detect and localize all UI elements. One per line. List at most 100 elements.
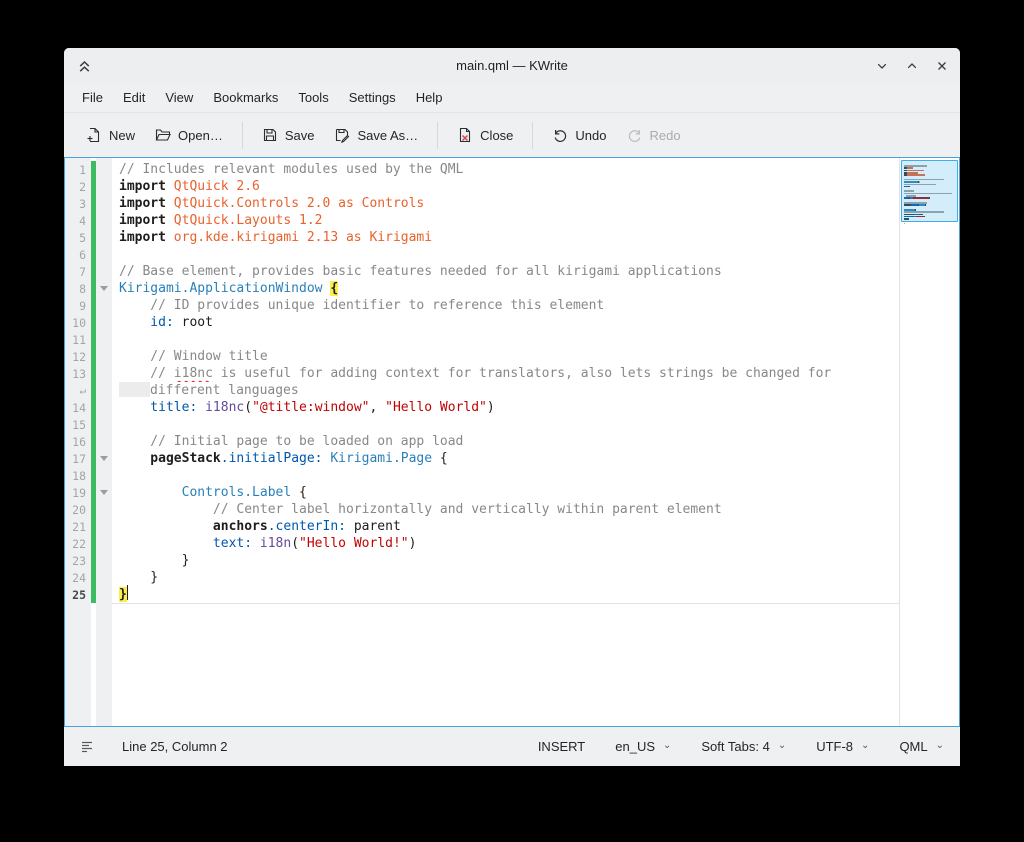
line-number: 5 — [65, 231, 91, 245]
menu-edit[interactable]: Edit — [113, 84, 155, 112]
code-line[interactable]: id: root — [112, 314, 899, 331]
statusbar-syntax[interactable]: QML⌄ — [899, 739, 944, 754]
save-button[interactable]: Save — [252, 121, 325, 149]
line-number: 2 — [65, 180, 91, 194]
code-row[interactable]: 7// Base element, provides basic feature… — [65, 263, 899, 280]
line-number: 24 — [65, 571, 91, 585]
line-number: 1 — [65, 163, 91, 177]
code-row[interactable]: 4 import QtQuick.Layouts 1.2 — [65, 212, 899, 229]
menu-bar: FileEditViewBookmarksToolsSettingsHelp — [64, 84, 960, 113]
code-row[interactable]: 25} — [65, 586, 899, 603]
statusbar-encoding-label: UTF-8 — [816, 739, 853, 754]
code-line[interactable]: different languages — [112, 382, 899, 399]
menu-bookmarks[interactable]: Bookmarks — [203, 84, 288, 112]
code-row[interactable]: 23 } — [65, 552, 899, 569]
code-row[interactable]: 24 } — [65, 569, 899, 586]
code-line[interactable]: // Includes relevant modules used by the… — [112, 161, 899, 178]
open-button[interactable]: Open… — [145, 121, 233, 149]
code-row[interactable]: 6 — [65, 246, 899, 263]
redo-label: Redo — [650, 128, 681, 143]
statusbar-syntax-label: QML — [899, 739, 927, 754]
statusbar-tab-mode-label: Soft Tabs: 4 — [701, 739, 769, 754]
statusbar-dictionary[interactable]: en_US⌄ — [615, 739, 671, 754]
menu-tools[interactable]: Tools — [288, 84, 338, 112]
code-row[interactable]: 5 import org.kde.kirigami 2.13 as Kirigam… — [65, 229, 899, 246]
line-number: 15 — [65, 418, 91, 432]
text-info-icon[interactable] — [80, 739, 96, 755]
code-line[interactable]: // i18nc is useful for adding context fo… — [112, 365, 899, 382]
line-number: 4 — [65, 214, 91, 228]
line-number: 6 — [65, 248, 91, 262]
code-line[interactable]: Kirigami.ApplicationWindow { — [112, 280, 899, 297]
title-bar[interactable]: main.qml — KWrite — [64, 48, 960, 84]
code-line[interactable]: title: i18nc("@title:window", "Hello Wor… — [112, 399, 899, 416]
toolbar-separator — [437, 122, 438, 149]
line-number: 19 — [65, 486, 91, 500]
code-line[interactable]: // Base element, provides basic features… — [112, 263, 899, 280]
code-line[interactable]: text: i18n("Hello World!") — [112, 535, 899, 552]
statusbar-mode-label: INSERT — [538, 739, 585, 754]
save-label: Save — [285, 128, 315, 143]
statusbar-encoding[interactable]: UTF-8 ⌄ — [816, 739, 869, 754]
line-number: 21 — [65, 520, 91, 534]
code-line[interactable]: } — [112, 585, 899, 604]
code-line[interactable]: // ID provides unique identifier to refe… — [112, 297, 899, 314]
code-row[interactable]: 8Kirigami.ApplicationWindow { — [65, 280, 899, 297]
code-line[interactable]: anchors.centerIn: parent — [112, 518, 899, 535]
code-row[interactable]: 13 // i18nc is useful for adding context… — [65, 365, 899, 382]
close-button[interactable] — [934, 58, 950, 74]
line-number: 20 — [65, 503, 91, 517]
code-row[interactable]: 16 // Initial page to be loaded on app l… — [65, 433, 899, 450]
menu-settings[interactable]: Settings — [339, 84, 406, 112]
close-document-button[interactable]: Close — [447, 121, 523, 149]
code-row[interactable]: 15 — [65, 416, 899, 433]
line-number: 22 — [65, 537, 91, 551]
code-row[interactable]: 17 pageStack.initialPage: Kirigami.Page … — [65, 450, 899, 467]
code-line[interactable]: import QtQuick.Controls 2.0 as Controls — [112, 195, 899, 212]
statusbar-mode[interactable]: INSERT — [538, 739, 585, 754]
code-row[interactable]: 12 // Window title — [65, 348, 899, 365]
minimize-button[interactable] — [874, 58, 890, 74]
code-row[interactable]: 10 id: root — [65, 314, 899, 331]
code-line[interactable]: Controls.Label { — [112, 484, 899, 501]
code-row[interactable]: 18 — [65, 467, 899, 484]
code-row[interactable]: 3import QtQuick.Controls 2.0 as Controls — [65, 195, 899, 212]
code-line[interactable]: // Center label horizontally and vertica… — [112, 501, 899, 518]
fold-marker[interactable] — [96, 490, 112, 495]
menu-help[interactable]: Help — [406, 84, 453, 112]
code-row[interactable]: 1 // Includes relevant modules used by th… — [65, 161, 899, 178]
code-line[interactable]: import QtQuick 2.6 — [112, 178, 899, 195]
code-line[interactable]: // Initial page to be loaded on app load — [112, 433, 899, 450]
undo-button[interactable]: Undo — [542, 121, 616, 149]
code-line[interactable]: import QtQuick.Layouts 1.2 — [112, 212, 899, 229]
code-line[interactable]: pageStack.initialPage: Kirigami.Page { — [112, 450, 899, 467]
code-row[interactable]: 19 Controls.Label { — [65, 484, 899, 501]
cursor-position[interactable]: Line 25, Column 2 — [122, 739, 228, 754]
code-line[interactable]: import org.kde.kirigami 2.13 as Kirigami — [112, 229, 899, 246]
statusbar-tab-mode[interactable]: Soft Tabs: 4⌄ — [701, 739, 786, 754]
code-row[interactable]: 20 // Center label horizontally and vert… — [65, 501, 899, 518]
code-row[interactable]: 11 — [65, 331, 899, 348]
code-line[interactable]: } — [112, 552, 899, 569]
code-line[interactable]: // Window title — [112, 348, 899, 365]
code-row[interactable]: 9 // ID provides unique identifier to re… — [65, 297, 899, 314]
minimap-viewport[interactable] — [901, 160, 958, 222]
maximize-button[interactable] — [904, 58, 920, 74]
menu-file[interactable]: File — [72, 84, 113, 112]
code-row[interactable]: 14 title: i18nc("@title:window", "Hello … — [65, 399, 899, 416]
scrollbar-minimap[interactable] — [899, 158, 959, 726]
code-row[interactable]: 22 text: i18n("Hello World!") — [65, 535, 899, 552]
new-button[interactable]: New — [76, 121, 145, 149]
code-row[interactable]: 21 anchors.centerIn: parent — [65, 518, 899, 535]
code-row[interactable]: 2 import QtQuick 2.6 — [65, 178, 899, 195]
save-as-label: Save As… — [357, 128, 418, 143]
fold-marker[interactable] — [96, 286, 112, 291]
text-area[interactable]: 1 // Includes relevant modules used by th… — [65, 158, 899, 726]
code-line[interactable]: } — [112, 569, 899, 586]
save-as-button[interactable]: Save As… — [324, 121, 428, 149]
menu-view[interactable]: View — [155, 84, 203, 112]
code-row[interactable]: ↵different languages — [65, 382, 899, 399]
chevron-down-icon: ⌄ — [861, 741, 869, 751]
fold-marker[interactable] — [96, 456, 112, 461]
line-number: 11 — [65, 333, 91, 347]
